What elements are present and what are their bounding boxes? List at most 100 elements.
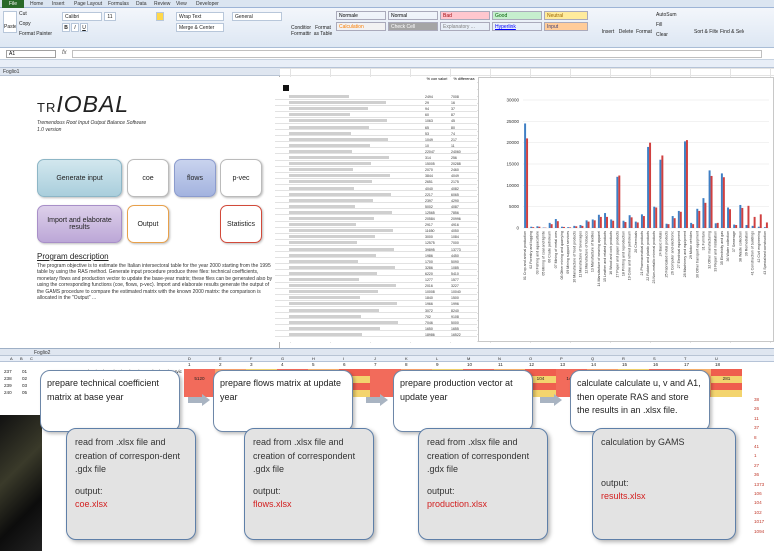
merge-center-button[interactable]: Merge & Center bbox=[176, 23, 224, 32]
tab-formulas[interactable]: Formulas bbox=[108, 0, 129, 8]
table-row[interactable]: 12565 7856 bbox=[275, 210, 477, 216]
wrap-text-button[interactable]: Wrap Text bbox=[176, 12, 224, 21]
paste-button[interactable]: Paste bbox=[3, 11, 17, 33]
table-row[interactable]: 10 11 bbox=[275, 143, 477, 149]
find-select-button[interactable]: Find & Select bbox=[720, 11, 744, 37]
table-row[interactable]: 20584 20996 bbox=[275, 217, 477, 222]
conditional-formatting-button[interactable]: Conditional Formatting bbox=[291, 11, 311, 37]
table-row[interactable]: 1966 1996 bbox=[275, 302, 477, 307]
style-explanatory[interactable]: Explanatory ... bbox=[440, 22, 490, 31]
table-row[interactable]: 22047 24060 bbox=[275, 149, 477, 155]
underline-button[interactable]: U bbox=[80, 23, 88, 32]
tab-view[interactable]: View bbox=[176, 0, 187, 8]
table-row[interactable]: 4040 4082 bbox=[275, 186, 477, 192]
table-row[interactable]: 11650 4050 bbox=[275, 229, 477, 234]
font-size-select[interactable]: 11 bbox=[104, 12, 116, 21]
table-row[interactable]: 53 74 bbox=[275, 131, 477, 137]
table-row[interactable]: 3000 1084 bbox=[275, 235, 477, 240]
table-row[interactable]: 12575 7000 bbox=[275, 241, 477, 246]
fill-button[interactable]: Fill bbox=[656, 21, 690, 29]
heatmap-cell[interactable] bbox=[711, 383, 742, 390]
table-row[interactable]: 1700 5090 bbox=[275, 259, 477, 265]
tab-home[interactable]: Home bbox=[30, 0, 43, 8]
table-row[interactable]: 314 256 bbox=[275, 156, 477, 161]
style-input[interactable]: Input bbox=[544, 22, 588, 31]
tab-page-layout[interactable]: Page Layout bbox=[74, 0, 102, 8]
style-check-cell[interactable]: Check Cell bbox=[388, 22, 438, 31]
tab-data[interactable]: Data bbox=[136, 0, 147, 8]
statistics-button[interactable]: Statistics bbox=[220, 205, 262, 243]
autosum-button[interactable]: AutoSum bbox=[656, 11, 690, 19]
tab-review[interactable]: Review bbox=[154, 0, 170, 8]
fill-color-icon[interactable] bbox=[156, 12, 164, 21]
table-row[interactable]: 60 87 bbox=[275, 113, 477, 118]
table-row[interactable]: 2397 4290 bbox=[275, 198, 477, 204]
table-row[interactable]: 1049 217 bbox=[275, 137, 477, 143]
format-as-table-button[interactable]: Format as Table bbox=[313, 11, 333, 37]
table-row[interactable]: 15005 20288 bbox=[275, 162, 477, 167]
bold-button[interactable]: B bbox=[62, 23, 70, 32]
table-row[interactable]: 2651 2175 bbox=[275, 180, 477, 185]
copy-button[interactable]: Copy bbox=[19, 20, 41, 29]
flows-button[interactable]: flows bbox=[174, 159, 216, 197]
style-hyperlink[interactable]: Hyperlink bbox=[492, 22, 542, 31]
formula-input[interactable] bbox=[72, 50, 762, 58]
coe-button[interactable]: coe bbox=[127, 159, 169, 197]
format-painter-button[interactable]: Format Painter bbox=[19, 30, 59, 39]
heatmap-cell[interactable]: 281 bbox=[711, 376, 742, 383]
table-row[interactable]: 1277 1577 bbox=[275, 278, 477, 283]
table-row[interactable]: 18986 16522 bbox=[275, 332, 477, 338]
font-name-select[interactable]: Calibri bbox=[62, 12, 102, 21]
table-row[interactable]: 6220 5410 bbox=[275, 271, 477, 277]
table-row[interactable]: 2917 4916 bbox=[275, 223, 477, 228]
heatmap-cell[interactable] bbox=[711, 390, 742, 397]
table-row[interactable]: 2016 3227 bbox=[275, 284, 477, 289]
style-calculation[interactable]: Calculation bbox=[336, 22, 386, 31]
table-row[interactable]: 2070 2460 bbox=[275, 168, 477, 173]
clear-button[interactable]: Clear bbox=[656, 31, 690, 39]
number-format-select[interactable]: General bbox=[232, 12, 282, 21]
table-row[interactable]: 7046 5000 bbox=[275, 320, 477, 326]
heatmap-cell[interactable] bbox=[711, 369, 742, 376]
fx-icon[interactable]: fx bbox=[62, 50, 67, 56]
name-box[interactable]: A1 bbox=[6, 50, 56, 58]
table-row[interactable]: 5002 4087 bbox=[275, 204, 477, 210]
table-row[interactable]: 3286 1085 bbox=[275, 265, 477, 271]
sort-filter-button[interactable]: Sort & Filter bbox=[694, 11, 718, 37]
output-button[interactable]: Output bbox=[127, 205, 169, 243]
italic-button[interactable]: I bbox=[71, 23, 79, 32]
table-row[interactable]: 1063 45 bbox=[275, 119, 477, 124]
heatmap-cell[interactable] bbox=[184, 383, 215, 390]
insert-cells-button[interactable]: Insert bbox=[600, 11, 616, 37]
heatmap-cell[interactable] bbox=[184, 369, 215, 376]
table-row[interactable]: 2494 7008 bbox=[275, 95, 477, 100]
tab-developer[interactable]: Developer bbox=[196, 0, 219, 8]
import-elaborate-button[interactable]: Import and elaborate results bbox=[37, 205, 122, 243]
table-row[interactable]: 29 16 bbox=[275, 101, 477, 106]
generate-input-button[interactable]: Generate input bbox=[37, 159, 122, 197]
table-row[interactable]: 3844 4049 bbox=[275, 174, 477, 179]
style-bad[interactable]: Bad bbox=[440, 11, 490, 20]
table-row[interactable]: 39895 13773 bbox=[275, 247, 477, 253]
window1-titlebar[interactable]: Foglio1 bbox=[0, 68, 280, 76]
table-row[interactable]: 2217 6065 bbox=[275, 192, 477, 198]
pvec-button[interactable]: p-vec bbox=[220, 159, 262, 197]
table-row[interactable]: 1650 1655 bbox=[275, 326, 477, 332]
delete-cells-button[interactable]: Delete bbox=[618, 11, 634, 37]
style-normal[interactable]: Normal bbox=[388, 11, 438, 20]
chart-area[interactable]: 0 5000 10000 15000 20000 25000 30000 01 Crop an… bbox=[478, 77, 774, 342]
table-row[interactable]: 1986 4450 bbox=[275, 253, 477, 259]
table-row[interactable]: 3072 8240 bbox=[275, 308, 477, 314]
table-row[interactable]: 94 37 bbox=[275, 107, 477, 112]
style-normale[interactable]: Normale bbox=[336, 11, 386, 20]
table-row[interactable]: 65 80 bbox=[275, 125, 477, 131]
table-row[interactable]: 702 9108 bbox=[275, 314, 477, 320]
heatmap-cell[interactable]: 5120 bbox=[184, 376, 215, 383]
style-good[interactable]: Good bbox=[492, 11, 542, 20]
tab-file[interactable]: File bbox=[2, 0, 24, 8]
format-cells-button[interactable]: Format bbox=[636, 11, 652, 37]
window2-titlebar[interactable]: Foglio2 bbox=[0, 348, 774, 356]
cut-button[interactable]: Cut bbox=[19, 10, 41, 19]
tab-insert[interactable]: Insert bbox=[52, 0, 65, 8]
style-neutral[interactable]: Neutral bbox=[544, 11, 588, 20]
